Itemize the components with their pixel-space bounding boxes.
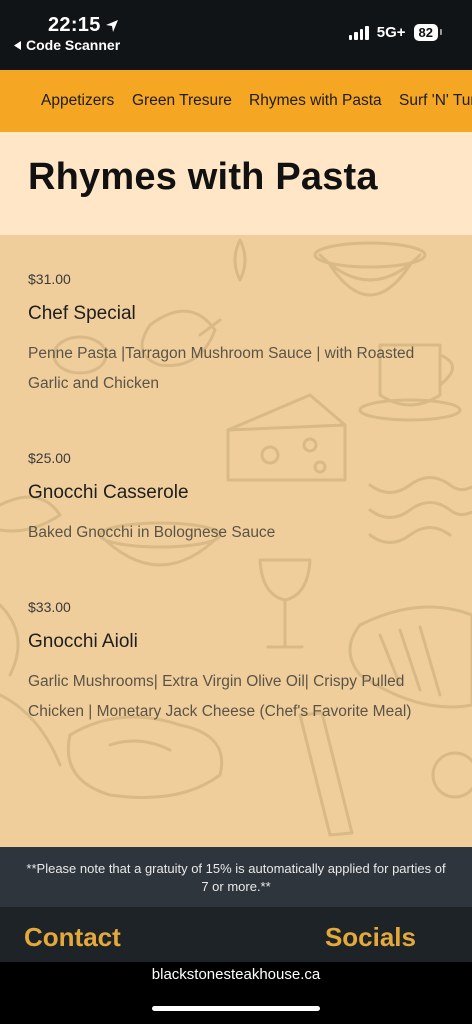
clock: 22:15: [48, 14, 119, 37]
location-arrow-icon: [105, 19, 118, 32]
nav-item-green-tresure[interactable]: Green Tresure: [132, 92, 232, 110]
clock-time: 22:15: [48, 14, 101, 36]
nav-item-rhymes-with-pasta[interactable]: Rhymes with Pasta: [249, 92, 382, 110]
back-triangle-icon: [14, 40, 21, 50]
menu-item: $25.00 Gnocchi Casserole Baked Gnocchi i…: [28, 450, 448, 548]
menu-item-description: Penne Pasta |Tarragon Mushroom Sauce | w…: [28, 345, 415, 392]
nav-item-appetizers[interactable]: Appetizers: [41, 92, 114, 110]
menu-list: $31.00 Chef Special Penne Pasta |Tarrago…: [0, 235, 472, 847]
menu-item-description: Garlic Mushrooms| Extra Virgin Olive Oil…: [28, 673, 412, 720]
category-nav: Appetizers Green Tresure Rhymes with Pas…: [0, 70, 472, 132]
battery-level: 82: [418, 25, 433, 40]
status-bar: 22:15 Code Scanner 5G+ 82: [0, 0, 472, 70]
menu-item-price: $25.00: [28, 450, 71, 466]
gratuity-note: **Please note that a gratuity of 15% is …: [0, 847, 472, 907]
nav-item-surf-n-turf[interactable]: Surf 'N' Turf: [399, 92, 472, 110]
network-type: 5G+: [376, 24, 406, 41]
menu-item: $31.00 Chef Special Penne Pasta |Tarrago…: [28, 271, 448, 399]
menu-item-name: Chef Special: [28, 303, 136, 324]
section-header: Rhymes with Pasta: [0, 132, 472, 235]
gratuity-note-text: **Please note that a gratuity of 15% is …: [26, 861, 446, 894]
menu-item: $33.00 Gnocchi Aioli Garlic Mushrooms| E…: [28, 599, 448, 727]
socials-link[interactable]: Socials: [325, 922, 416, 953]
contact-link[interactable]: Contact: [24, 922, 121, 953]
menu-item-price: $33.00: [28, 599, 71, 615]
site-footer: Contact Socials: [0, 907, 472, 962]
menu-item-description: Baked Gnocchi in Bolognese Sauce: [28, 524, 276, 541]
back-to-app-button[interactable]: Code Scanner: [14, 37, 120, 53]
browser-url-bar: blackstonesteakhouse.ca: [0, 962, 472, 1024]
back-app-label: Code Scanner: [26, 37, 121, 53]
home-indicator[interactable]: [152, 1006, 320, 1011]
menu-item-price: $31.00: [28, 271, 71, 287]
status-indicators: 5G+ 82: [348, 24, 443, 41]
menu-item-name: Gnocchi Aioli: [28, 631, 138, 652]
url-display[interactable]: blackstonesteakhouse.ca: [0, 966, 472, 983]
cellular-signal-icon: [348, 25, 369, 40]
section-title: Rhymes with Pasta: [28, 156, 378, 198]
battery-icon: 82: [413, 24, 443, 41]
menu-item-name: Gnocchi Casserole: [28, 482, 189, 503]
